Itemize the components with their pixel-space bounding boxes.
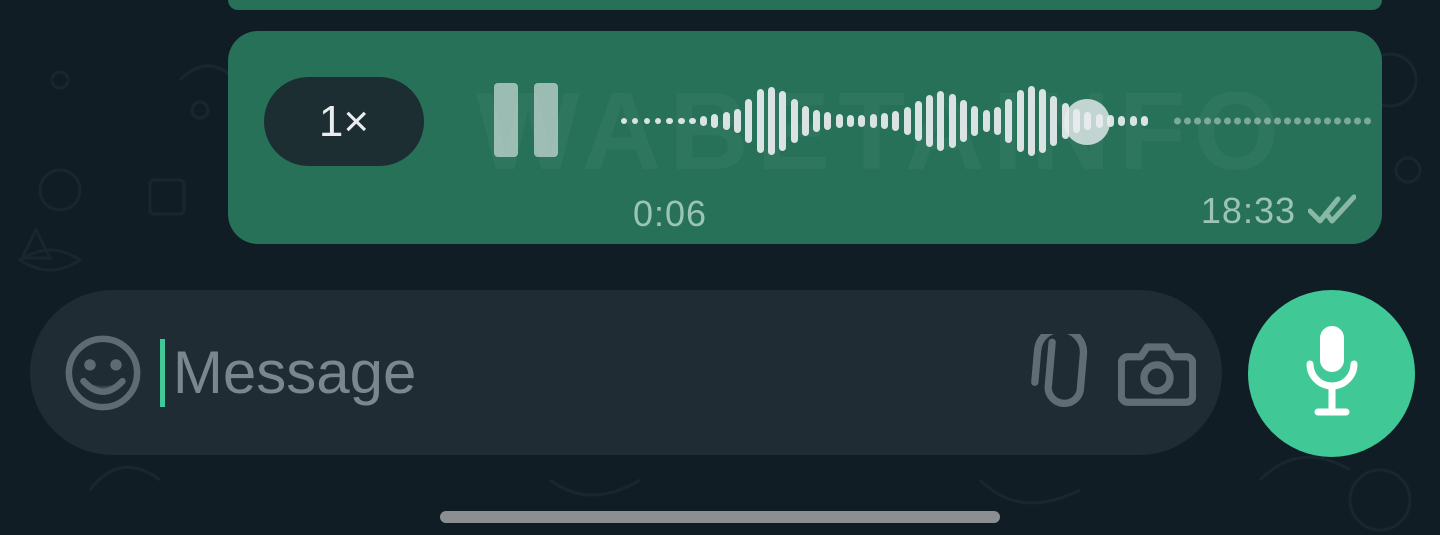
home-indicator[interactable] xyxy=(440,511,1000,523)
playback-speed-label: 1× xyxy=(319,97,369,147)
record-voice-button[interactable] xyxy=(1248,290,1415,457)
playhead-handle[interactable] xyxy=(1064,99,1110,145)
text-cursor xyxy=(160,339,165,407)
message-meta: 18:33 xyxy=(1201,190,1356,232)
emoji-icon[interactable] xyxy=(64,334,142,412)
message-timestamp: 18:33 xyxy=(1201,190,1296,232)
previous-message-sliver xyxy=(228,0,1382,10)
playback-speed-button[interactable]: 1× xyxy=(264,77,424,166)
double-check-icon xyxy=(1308,193,1356,230)
pause-button[interactable] xyxy=(494,83,574,157)
elapsed-time-label: 0:06 xyxy=(633,193,707,235)
attachment-icon[interactable] xyxy=(1022,334,1100,412)
message-composer xyxy=(30,290,1222,455)
watermark-text: WABETAINFO xyxy=(476,68,1287,195)
camera-icon[interactable] xyxy=(1118,334,1196,412)
message-input[interactable] xyxy=(173,290,1004,455)
message-input-wrapper xyxy=(160,290,1004,455)
voice-message-bubble: WABETAINFO 1× 0:06 18:33 xyxy=(228,31,1382,244)
microphone-icon xyxy=(1300,324,1364,423)
